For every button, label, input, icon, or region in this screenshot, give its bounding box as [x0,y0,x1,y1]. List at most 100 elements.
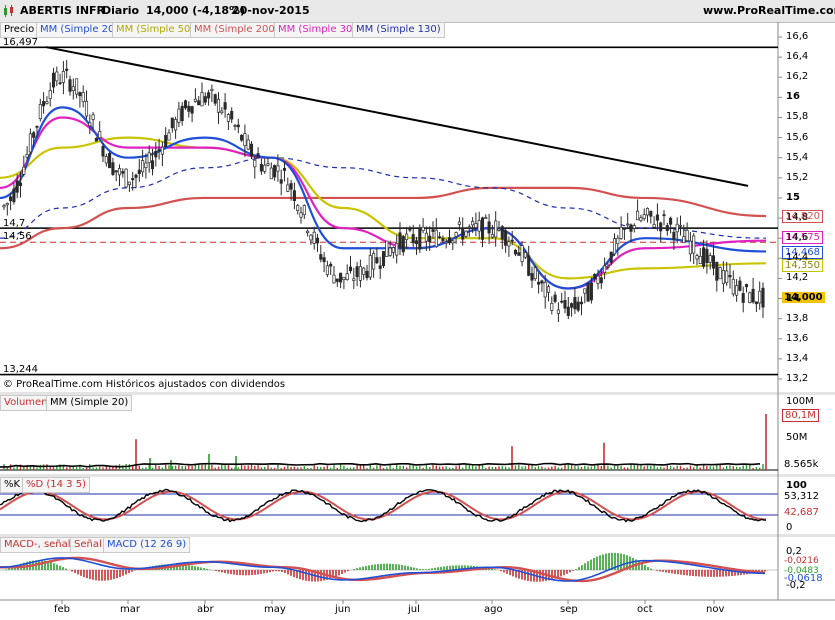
candle-body [342,276,346,281]
candle-body [180,105,184,122]
macd-label[interactable]: MACD (12 26 9) [103,537,191,553]
candle-body [424,232,428,242]
candle-body [655,214,659,221]
volume-label[interactable]: Volumen [0,395,52,411]
price-tick-label: 14,8 [786,212,809,224]
candle-body [381,251,386,267]
candle-body [418,227,422,250]
candle-body [748,292,752,303]
candle-body [9,196,13,202]
candle-body [669,217,673,225]
month-label-mar: mar [120,604,140,615]
price-tick-label: 13,8 [786,312,809,324]
candle-body [154,150,158,158]
candle-body [259,163,263,172]
candle-body [292,190,296,202]
candle-body [111,162,115,175]
price-tick-label: 16,6 [786,31,809,42]
candle-body [477,220,481,232]
candle-body [249,143,254,157]
candle-body [312,231,316,244]
candle-body [35,125,39,128]
candle-body [527,255,531,276]
candle-body [273,165,277,178]
candle-body [490,234,494,238]
candle-body [682,236,686,244]
candle-body [207,92,211,99]
candle-body [454,232,458,237]
candle-body [131,178,135,181]
month-label-abr: abr [197,604,214,615]
candle-body [157,149,161,152]
candle-body [38,104,42,120]
volume-mm-label[interactable]: MM (Simple 20) [46,395,133,411]
stoch-k-label[interactable]: %K [0,477,25,493]
candle-body [579,301,584,305]
chart-window: ABERTIS INFR Diario 14,000 (-4,18%) 20-n… [0,0,835,620]
candle-body [573,297,577,310]
vol-tick-50m: 50M [786,432,808,443]
vol-tick-100m: 100M [786,396,814,407]
candle-body [58,82,62,85]
candle-body [299,212,303,218]
candle-body [494,220,498,238]
candle-body [421,226,425,232]
tag-stoch-k: 53,312 [784,491,819,502]
candle-body [546,286,551,293]
candle-body [81,92,85,103]
candle-body [672,231,676,240]
candle-body [193,98,197,102]
candle-body [94,137,98,142]
candle-body [25,153,29,158]
candle-body [230,110,234,120]
candle-body [5,203,9,206]
candle-body [632,225,636,229]
candle-body [134,174,138,178]
price-tick-label: 14,2 [786,272,809,284]
candle-body [474,223,478,228]
stoch-d-label[interactable]: %D (14 3 5) [22,477,90,493]
candle-body [692,235,696,254]
candle-body [187,105,191,112]
candle-body [447,237,452,244]
candle-body [438,236,442,238]
month-label-nov: nov [706,604,725,615]
candle-body [738,280,742,291]
candle-body [177,108,181,123]
candle-body [504,230,508,246]
price-tick-label: 16,2 [786,71,809,83]
candle-body [368,255,372,278]
candle-body [480,217,485,240]
price-tick-label: 14,4 [786,252,809,264]
candle-body [309,234,313,241]
candle-body [101,146,105,157]
candle-body [589,282,593,301]
month-label-oct: oct [637,604,653,615]
price-tick-label: 16 [786,91,800,103]
candle-body [269,167,273,180]
candle-body [68,79,72,92]
candle-body [167,132,171,141]
macd-signal-label[interactable]: Señal [70,537,106,553]
candle-body [352,278,356,282]
candle-body [603,265,607,273]
candle-body [286,184,290,192]
candle-body [550,302,554,311]
tag-volume-mm: 8.565k [784,459,819,470]
candle-body [457,221,461,225]
sep-stoch [0,474,835,477]
candle-body [42,101,46,107]
candle-body [642,214,646,219]
candle-body [576,301,580,311]
month-label-sep: sep [560,604,578,615]
candle-body [48,90,52,99]
candle-body [612,238,617,255]
candle-body [593,273,597,279]
copyright: © ProRealTime.com Históricos ajustados c… [3,379,286,390]
candle-body [431,229,435,232]
candle-body [721,270,725,284]
candle-body [735,285,739,296]
candle-body [744,284,749,288]
macd-hist-label[interactable]: MACD-, señal [0,537,75,553]
month-label-ago: ago [484,604,503,615]
